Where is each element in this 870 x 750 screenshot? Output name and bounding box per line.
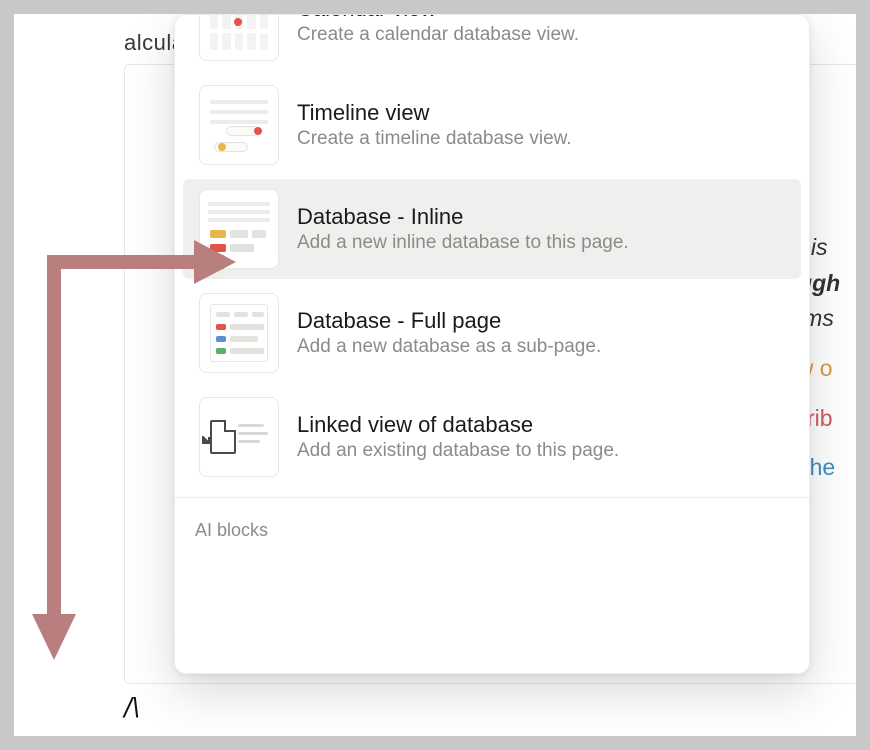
database-inline-icon [199, 189, 279, 269]
database-full-page-icon [199, 293, 279, 373]
menu-item-title: Calendar view [297, 14, 579, 22]
slash-cursor: /\ [124, 692, 140, 724]
menu-item-desc: Add a new inline database to this page. [297, 232, 629, 254]
linked-view-icon [199, 397, 279, 477]
menu-item-desc: Add a new database as a sub-page. [297, 336, 601, 358]
menu-item-database-inline[interactable]: Database - Inline Add a new inline datab… [183, 179, 801, 279]
menu-item-timeline-view[interactable]: Timeline view Create a timeline database… [183, 75, 801, 175]
app-viewport: alculate This ough thms ow o scrib d the… [14, 14, 856, 736]
menu-item-linked-view[interactable]: Linked view of database Add an existing … [183, 387, 801, 487]
menu-item-title: Timeline view [297, 100, 572, 126]
menu-item-desc: Create a calendar database view. [297, 24, 579, 46]
menu-item-title: Linked view of database [297, 412, 619, 438]
menu-item-database-full-page[interactable]: Database - Full page Add a new database … [183, 283, 801, 383]
timeline-view-icon [199, 85, 279, 165]
page-background: alculate This ough thms ow o scrib d the… [14, 14, 856, 736]
menu-section-label: AI blocks [195, 520, 789, 541]
calendar-view-icon [199, 14, 279, 61]
menu-item-title: Database - Inline [297, 204, 629, 230]
block-insert-menu[interactable]: Calendar view Create a calendar database… [174, 14, 810, 674]
menu-item-desc: Create a timeline database view. [297, 128, 572, 150]
menu-section-ai-blocks: AI blocks [175, 497, 809, 553]
menu-item-title: Database - Full page [297, 308, 601, 334]
menu-item-calendar-view[interactable]: Calendar view Create a calendar database… [183, 14, 801, 71]
menu-item-desc: Add an existing database to this page. [297, 440, 619, 462]
